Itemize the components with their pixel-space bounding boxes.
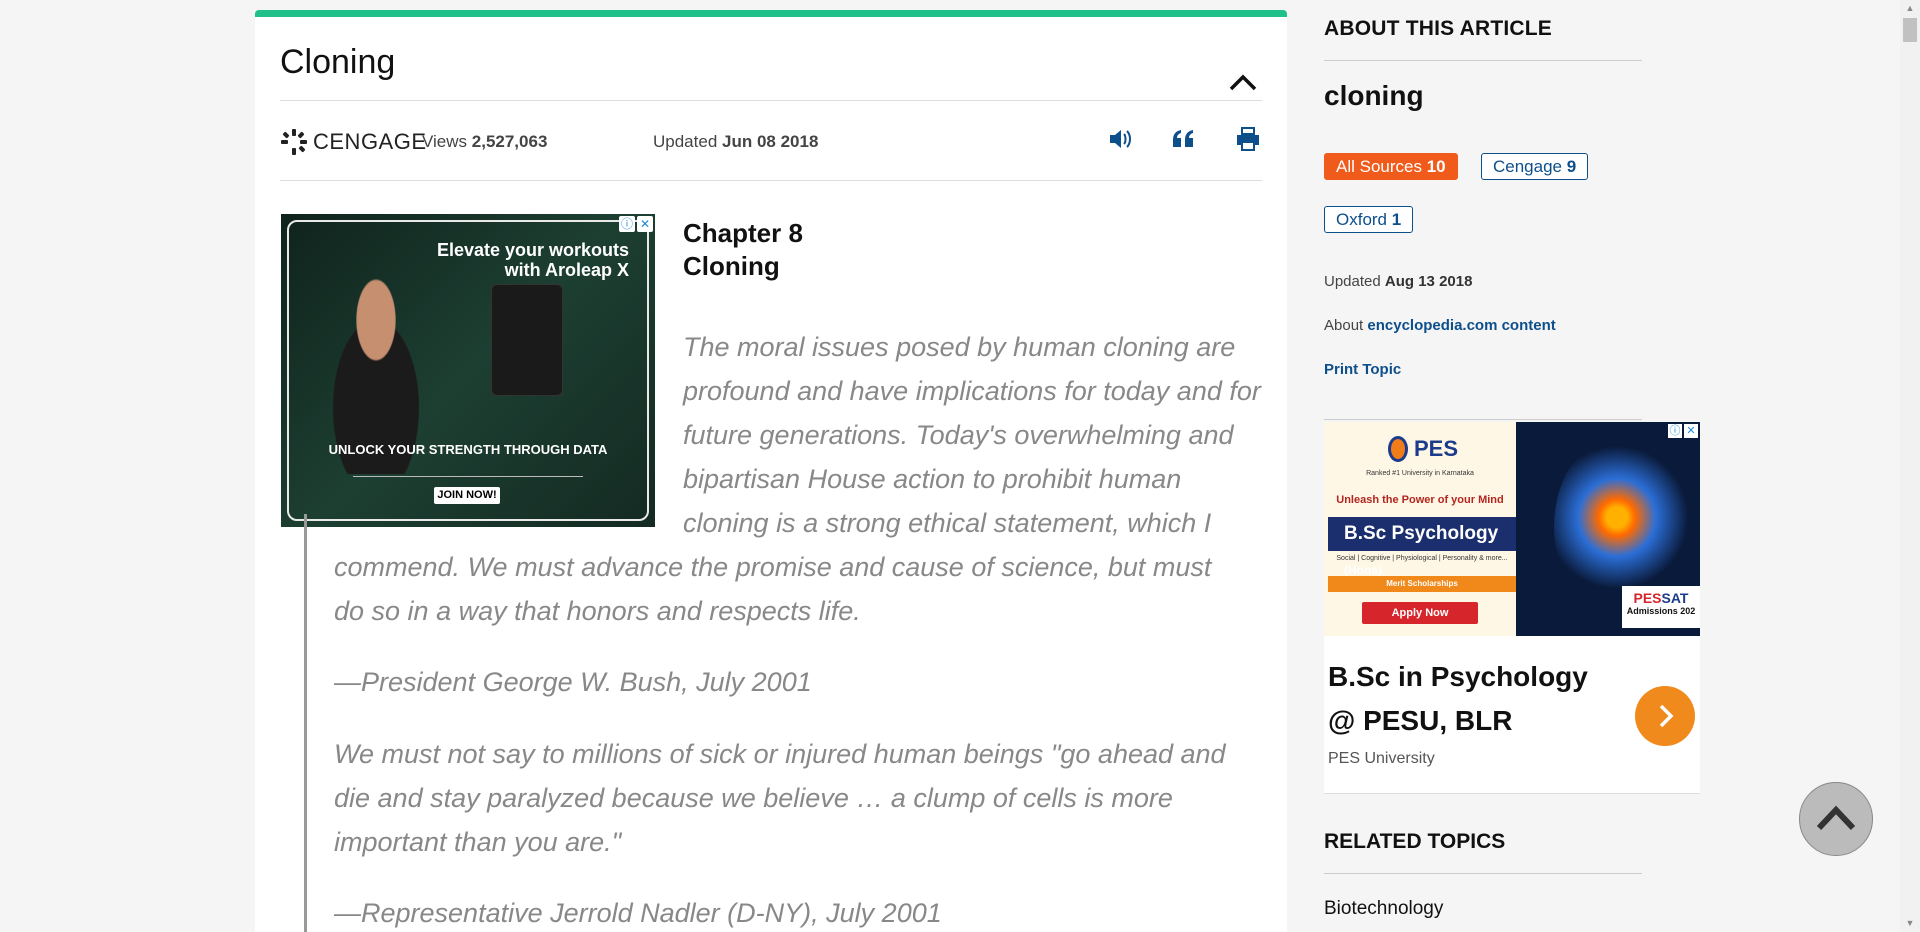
scroll-up-arrow[interactable]: ▲ [1900, 0, 1920, 17]
source-filter-all[interactable]: All Sources 10 [1324, 153, 1458, 180]
article-title: Cloning [280, 43, 396, 81]
chapter-title: Cloning [683, 251, 780, 281]
listen-button[interactable] [1106, 125, 1134, 153]
ad-go-button[interactable] [1635, 686, 1695, 746]
ad-join-button[interactable]: JOIN NOW! [434, 487, 500, 504]
encyclopedia-content-link[interactable]: encyclopedia.com content [1367, 317, 1555, 334]
collapse-button[interactable] [1225, 65, 1261, 101]
quote-attribution: —Representative Jerrold Nadler (D-NY), J… [334, 898, 942, 928]
advertisement-pes[interactable]: PES Ranked #1 University in Karnataka Un… [1324, 422, 1700, 794]
quote-text: We must not say to millions of sick or i… [334, 739, 1226, 857]
chapter-number: Chapter 8 [683, 218, 803, 248]
ad-headline: Elevate your workouts with Aroleap X [436, 240, 629, 280]
views-count: Views 2,527,063 [422, 132, 548, 151]
article-meta-row: CENGAGE Views 2,527,063 Updated Jun 08 2… [280, 125, 1262, 159]
about-article-heading: ABOUT THIS ARTICLE [1324, 17, 1552, 40]
print-button[interactable] [1234, 125, 1262, 153]
article-card: Cloning CENGAGE Views 2,527,063 Updated … [255, 10, 1287, 932]
advertisement-aroleap[interactable]: Elevate your workouts with Aroleap X UNL… [281, 214, 655, 527]
ad-badges: ⓘ ✕ [619, 216, 653, 232]
ad-close-icon[interactable]: ✕ [1684, 424, 1698, 438]
chevron-up-icon [1229, 74, 1257, 91]
pes-logo: PES [1388, 434, 1458, 464]
ad-apply-button[interactable]: Apply Now [1362, 602, 1478, 624]
pes-seal-icon [1388, 436, 1408, 462]
cengage-logo: CENGAGE [280, 127, 427, 157]
quote-text: do so in a way that honors and respects … [334, 596, 861, 626]
sidebar-about: About encyclopedia.com content [1324, 317, 1556, 334]
updated-date: Updated Jun 08 2018 [653, 132, 819, 151]
cengage-mark-icon [281, 129, 307, 155]
blockquote-bar [304, 514, 307, 932]
source-filter-cengage[interactable]: Cengage 9 [1481, 153, 1589, 180]
scrollbar-thumb[interactable] [1903, 18, 1917, 42]
cengage-brand-text: CENGAGE [313, 129, 427, 154]
chevron-right-icon [1659, 704, 1674, 728]
cite-button[interactable] [1170, 125, 1198, 153]
ad-merit: Merit Scholarships [1328, 576, 1516, 592]
ad-source: PES University [1328, 750, 1435, 767]
quote-attribution: —President George W. Bush, July 2001 [334, 667, 812, 697]
print-icon [1237, 127, 1259, 151]
ad-ranked-text: Ranked #1 University in Karnataka [1366, 470, 1474, 477]
back-to-top-button[interactable] [1799, 782, 1873, 856]
divider [1324, 419, 1642, 420]
sidebar-updated: Updated Aug 13 2018 [1324, 273, 1473, 290]
chevron-up-icon [1816, 805, 1856, 831]
related-topic-link[interactable]: Biotechnology [1324, 898, 1443, 920]
volume-icon [1110, 130, 1131, 148]
quote-text: The moral issues posed by human cloning … [683, 332, 1261, 538]
pessat-badge: PESSAT Admissions 202 [1622, 586, 1700, 628]
quote-text: commend. We must advance the promise and… [334, 552, 1212, 582]
article-actions [1106, 125, 1262, 153]
related-topics-heading: RELATED TOPICS [1324, 830, 1506, 853]
ad-close-icon[interactable]: ✕ [637, 216, 653, 232]
divider [280, 180, 1262, 181]
scroll-down-arrow[interactable]: ▼ [1900, 915, 1920, 932]
scrollbar[interactable]: ▲ ▼ [1900, 0, 1920, 932]
divider [1324, 793, 1700, 794]
ad-subjects: Social | Cognitive | Physiological | Per… [1336, 555, 1508, 562]
ad-info-icon[interactable]: ⓘ [1668, 424, 1682, 438]
ad-subheadline: UNLOCK YOUR STRENGTH THROUGH DATA [328, 442, 608, 457]
ad-badges: ⓘ ✕ [1668, 424, 1698, 438]
source-filter-oxford[interactable]: Oxford 1 [1324, 206, 1414, 233]
print-topic-link[interactable]: Print Topic [1324, 361, 1401, 378]
ad-divider [353, 476, 583, 477]
topic-name: cloning [1324, 80, 1424, 111]
ad-info-icon[interactable]: ⓘ [619, 216, 635, 232]
sidebar: ABOUT THIS ARTICLE cloning All Sources 1… [1324, 0, 1700, 932]
chapter-heading: Chapter 8 Cloning [683, 217, 803, 283]
divider [1324, 873, 1642, 874]
ad-tagline: Unleash the Power of your Mind [1336, 494, 1504, 506]
divider [1324, 60, 1642, 61]
ad-title[interactable]: B.Sc in Psychology @ PESU, BLR [1328, 655, 1618, 743]
quote-icon [1173, 130, 1193, 147]
divider [280, 100, 1262, 101]
ad-degree: B.Sc Psychology (Hons) [1328, 517, 1516, 577]
